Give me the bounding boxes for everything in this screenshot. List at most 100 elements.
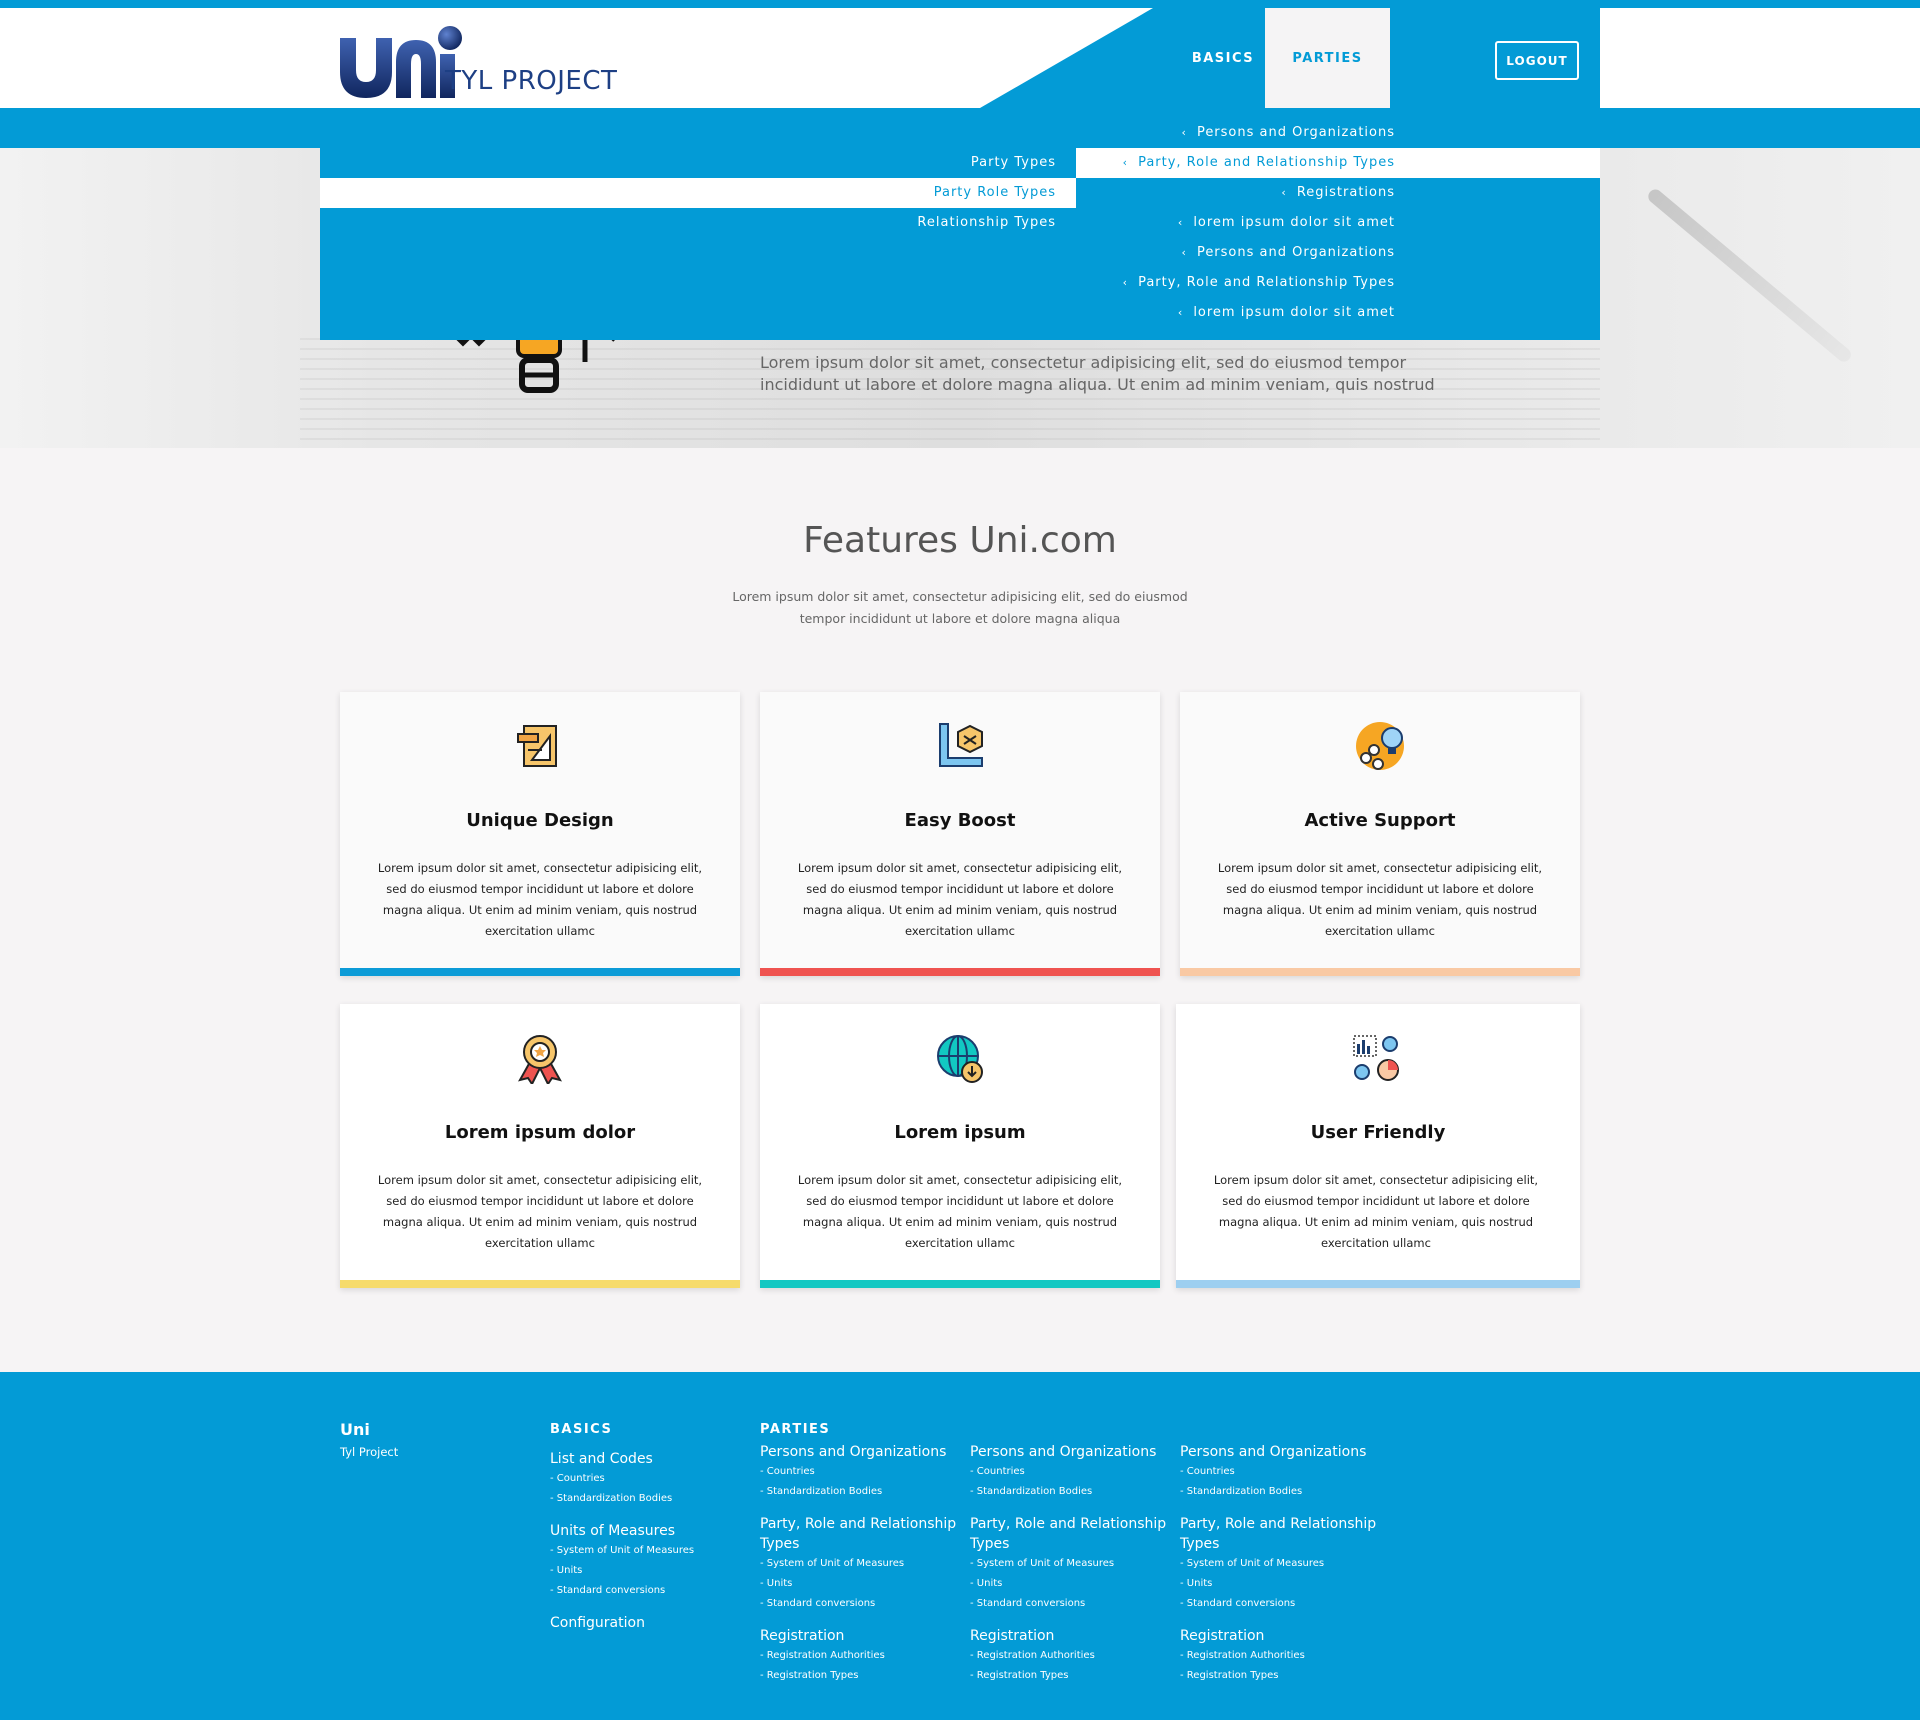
footer-link[interactable]: - System of Unit of Measures — [970, 1554, 1170, 1574]
dropdown-item-1[interactable]: Party Types — [320, 148, 1076, 178]
footer-link[interactable]: - Standard conversions — [760, 1594, 960, 1614]
feature-card-accent-bar — [1180, 968, 1580, 976]
dropdown-submenu-label: lorem ipsum dolor sit amet — [1193, 215, 1395, 230]
feature-card-text: Lorem ipsum dolor sit amet, consectetur … — [797, 861, 1123, 938]
chevron-left-icon: ‹ — [1181, 126, 1187, 139]
footer-link[interactable]: - Registration Authorities — [1180, 1646, 1380, 1666]
dropdown-item-2[interactable]: Party Role Types — [320, 178, 1076, 208]
feature-card-title: User Friendly — [1310, 1122, 1446, 1143]
footer-link[interactable]: - Standardization Bodies — [760, 1482, 960, 1502]
dropdown-submenu-label: Persons and Organizations — [1196, 245, 1395, 260]
footer-link-group-title[interactable]: Units of Measures — [550, 1521, 694, 1541]
footer-link[interactable]: - Registration Authorities — [970, 1646, 1170, 1666]
footer-link[interactable]: - System of Unit of Measures — [550, 1541, 694, 1561]
footer-link-group-title[interactable]: Registration — [970, 1626, 1170, 1646]
logout-button[interactable]: LOGOUT — [1495, 41, 1579, 80]
footer-link-group-title[interactable]: Registration — [760, 1626, 960, 1646]
top-accent-line — [0, 0, 1920, 8]
footer-link-group-title[interactable]: Party, Role and Relationship Types — [1180, 1514, 1380, 1554]
footer-link-group-title[interactable]: Configuration — [550, 1613, 694, 1633]
feature-card-accent-bar — [1176, 1280, 1580, 1288]
dropdown-submenu-item[interactable]: ‹ lorem ipsum dolor sit amet — [1076, 298, 1600, 328]
logo-text: TYL PROJECT — [445, 66, 618, 96]
footer-link[interactable]: - Standard conversions — [970, 1594, 1170, 1614]
nav-parties[interactable]: PARTIES — [1265, 8, 1390, 108]
feature-card-title: Easy Boost — [904, 810, 1016, 831]
feature-card-title: Unique Design — [466, 810, 614, 831]
footer-link[interactable]: - Countries — [1180, 1462, 1380, 1482]
footer-link[interactable]: - System of Unit of Measures — [1180, 1554, 1380, 1574]
footer-link-group-title[interactable]: Persons and Organizations — [1180, 1442, 1380, 1462]
feature-card-accent-bar — [760, 968, 1160, 976]
footer-link[interactable]: - Units — [1180, 1574, 1380, 1594]
feature-card-text: Lorem ipsum dolor sit amet, consectetur … — [797, 1173, 1123, 1250]
dropdown-submenu-label: Registrations — [1296, 185, 1395, 200]
dropdown-submenu-item[interactable]: ‹ lorem ipsum dolor sit amet — [1076, 208, 1600, 238]
globe-download-icon — [937, 1035, 983, 1083]
footer-link[interactable]: - Standard conversions — [1180, 1594, 1380, 1614]
feature-card: Lorem ipsum Lorem ipsum dolor sit amet, c… — [760, 1004, 1160, 1288]
feature-card: Active Support Lorem ipsum dolor sit amet… — [1180, 692, 1580, 976]
footer-parties-col-3: Persons and Organizations - Countries - St… — [1180, 1430, 1380, 1686]
footer-link-group-title[interactable]: Registration — [1180, 1626, 1380, 1646]
footer-link[interactable]: - Standardization Bodies — [550, 1489, 694, 1509]
footer-link[interactable]: - Standardization Bodies — [970, 1482, 1170, 1502]
dropdown-submenu-item[interactable]: ‹ Persons and Organizations — [1076, 118, 1600, 148]
footer-link[interactable]: - Registration Types — [760, 1666, 960, 1686]
features-title: Features Uni.com — [803, 520, 1117, 561]
dropdown-submenu-label: lorem ipsum dolor sit amet — [1193, 305, 1395, 320]
header-bar — [0, 8, 1920, 108]
footer-link-group-title[interactable]: Party, Role and Relationship Types — [970, 1514, 1170, 1554]
award-badge-icon — [518, 1035, 562, 1084]
footer-basics-links: List and Codes - Countries - Standardizati… — [550, 1449, 694, 1633]
footer-link-group-title[interactable]: Party, Role and Relationship Types — [760, 1514, 960, 1554]
feature-card: Lorem ipsum dolor Lorem ipsum dolor sit a… — [340, 1004, 740, 1288]
dropdown-submenu-item[interactable]: ‹ Persons and Organizations — [1076, 238, 1600, 268]
dropdown-submenu-item[interactable]: ‹ Registrations — [1076, 178, 1600, 208]
footer-link[interactable]: - Units — [760, 1574, 960, 1594]
cube-ruler-icon — [939, 723, 983, 767]
dropdown-left-column: Party Types Party Role Types Relationship … — [320, 148, 1076, 238]
chevron-left-icon: ‹ — [1177, 306, 1184, 319]
footer: Uni Tyl Project BASICS List and Codes - C… — [0, 1372, 1920, 1720]
footer-link[interactable]: - Registration Authorities — [760, 1646, 960, 1666]
feature-card-title: Active Support — [1304, 810, 1456, 831]
footer-basics-heading: BASICS — [550, 1422, 613, 1437]
feature-card: User Friendly Lorem ipsum dolor sit amet,… — [1176, 1004, 1580, 1288]
footer-link[interactable]: - Units — [550, 1561, 694, 1581]
footer-parties-col-1: Persons and Organizations - Countries - St… — [760, 1430, 960, 1686]
footer-brand-block: Uni Tyl Project — [340, 1420, 398, 1459]
feature-card-text: Lorem ipsum dolor sit amet, consectetur … — [1217, 861, 1543, 938]
footer-brand: Uni — [340, 1420, 370, 1439]
footer-link[interactable]: - Countries — [760, 1462, 960, 1482]
chevron-left-icon: ‹ — [1181, 246, 1187, 259]
feature-card-text: Lorem ipsum dolor sit amet, consectetur … — [377, 861, 703, 938]
dropdown-submenu-label: Party, Role and Relationship Types — [1138, 275, 1395, 290]
feature-card-accent-bar — [340, 1280, 740, 1288]
footer-link[interactable]: - Registration Types — [1180, 1666, 1380, 1686]
chevron-left-icon: ‹ — [1281, 186, 1287, 199]
dropdown-item-3[interactable]: Relationship Types — [320, 208, 1076, 238]
footer-basics-col: BASICS List and Codes - Countries - Standa… — [550, 1422, 694, 1633]
design-icon — [517, 725, 557, 767]
footer-link[interactable]: - Standard conversions — [550, 1581, 694, 1601]
footer-link-group-title[interactable]: Persons and Organizations — [760, 1442, 960, 1462]
feature-card-title: Lorem ipsum dolor — [444, 1122, 636, 1143]
footer-link[interactable]: - System of Unit of Measures — [760, 1554, 960, 1574]
footer-link[interactable]: - Units — [970, 1574, 1170, 1594]
footer-link[interactable]: - Registration Types — [970, 1666, 1170, 1686]
feature-card-title: Lorem ipsum — [894, 1122, 1026, 1143]
footer-link-group-title[interactable]: Persons and Organizations — [970, 1442, 1170, 1462]
footer-link-group-title[interactable]: List and Codes — [550, 1449, 694, 1469]
dropdown-submenu-item[interactable]: ‹ Party, Role and Relationship Types — [1076, 148, 1600, 178]
hero-description: Lorem ipsum dolor sit amet, consectetur … — [760, 353, 1435, 394]
dropdown-submenu-label: Persons and Organizations — [1196, 125, 1395, 140]
chevron-left-icon: ‹ — [1122, 276, 1129, 289]
footer-link[interactable]: - Countries — [550, 1469, 694, 1489]
chevron-left-icon: ‹ — [1122, 156, 1129, 169]
footer-link[interactable]: - Standardization Bodies — [1180, 1482, 1380, 1502]
dropdown-submenu-item[interactable]: ‹ Party, Role and Relationship Types — [1076, 268, 1600, 298]
footer-link[interactable]: - Countries — [970, 1462, 1170, 1482]
dropdown-submenu-label: Party, Role and Relationship Types — [1138, 155, 1395, 170]
nav-basics[interactable]: BASICS — [1182, 8, 1264, 108]
